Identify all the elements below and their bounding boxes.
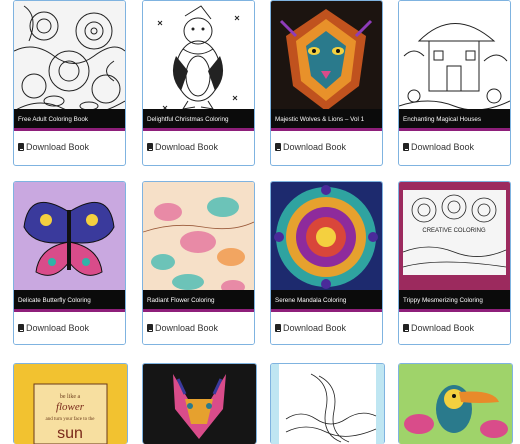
dog-cover-art — [143, 364, 256, 444]
book-card-2: Delightful Christmas Coloring Download B… — [142, 0, 255, 166]
download-book-button[interactable]: Download Book — [399, 312, 510, 344]
file-download-icon — [18, 143, 24, 151]
svg-text:sun: sun — [57, 425, 83, 442]
book-cover-4[interactable]: Enchanting Magical Houses — [399, 1, 510, 131]
file-download-icon — [147, 143, 153, 151]
book-card-7: Serene Mandala Coloring Download Book — [270, 181, 383, 345]
download-book-button[interactable]: Download Book — [399, 131, 510, 163]
flower-quote-cover-art: be like a flower and turn your face to t… — [14, 364, 127, 444]
download-label: Download Book — [26, 142, 90, 152]
svg-text:flower: flower — [56, 401, 85, 413]
file-download-icon — [403, 324, 409, 332]
book-cover-3[interactable]: Majestic Wolves & Lions – Vol 1 — [271, 1, 382, 131]
book-card-1: Free Adult Coloring Book Download Book — [13, 0, 126, 166]
download-label: Download Book — [155, 142, 219, 152]
book-card-8: CREATIVE COLORING Trippy Mesmerizing Col… — [398, 181, 511, 345]
download-book-button[interactable]: Download Book — [271, 312, 382, 344]
file-download-icon — [275, 324, 281, 332]
download-label: Download Book — [155, 323, 219, 333]
book-card-11[interactable] — [270, 363, 385, 444]
download-book-button[interactable]: Download Book — [143, 312, 254, 344]
file-download-icon — [275, 143, 281, 151]
koi-cover-art — [271, 364, 384, 444]
book-card-6: Radiant Flower Coloring Download Book — [142, 181, 255, 345]
file-download-icon — [403, 143, 409, 151]
toucan-cover-art — [399, 364, 512, 444]
download-label: Download Book — [283, 323, 347, 333]
book-cover-2[interactable]: Delightful Christmas Coloring — [143, 1, 254, 131]
book-card-9[interactable]: be like a flower and turn your face to t… — [13, 363, 128, 444]
cover-heading: CREATIVE COLORING — [422, 228, 486, 234]
download-book-button[interactable]: Download Book — [14, 312, 125, 344]
book-cover-5[interactable]: Delicate Butterfly Coloring — [14, 182, 125, 312]
download-book-button[interactable]: Download Book — [143, 131, 254, 163]
file-download-icon — [147, 324, 153, 332]
download-label: Download Book — [411, 323, 475, 333]
download-book-button[interactable]: Download Book — [14, 131, 125, 163]
book-cover-1[interactable]: Free Adult Coloring Book — [14, 1, 125, 131]
book-card-10[interactable] — [142, 363, 257, 444]
book-cover-7[interactable]: Serene Mandala Coloring — [271, 182, 382, 312]
download-label: Download Book — [283, 142, 347, 152]
book-card-12[interactable] — [398, 363, 513, 444]
book-card-4: Enchanting Magical Houses Download Book — [398, 0, 511, 166]
file-download-icon — [18, 324, 24, 332]
svg-text:and turn your face to the: and turn your face to the — [45, 417, 95, 422]
book-card-3: Majestic Wolves & Lions – Vol 1 Download… — [270, 0, 383, 166]
download-book-button[interactable]: Download Book — [271, 131, 382, 163]
book-card-5: Delicate Butterfly Coloring Download Boo… — [13, 181, 126, 345]
download-label: Download Book — [411, 142, 475, 152]
book-cover-8[interactable]: CREATIVE COLORING Trippy Mesmerizing Col… — [399, 182, 510, 312]
book-cover-6[interactable]: Radiant Flower Coloring — [143, 182, 254, 312]
download-label: Download Book — [26, 323, 90, 333]
svg-text:be like a: be like a — [60, 394, 81, 400]
